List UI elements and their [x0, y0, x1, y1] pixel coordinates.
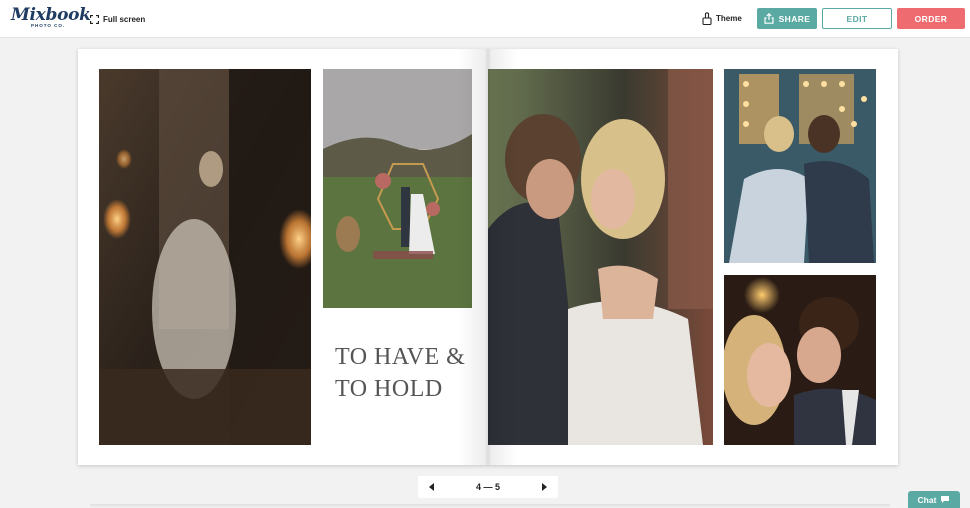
fullscreen-label: Full screen — [103, 14, 146, 24]
theme-label: Theme — [716, 13, 742, 23]
order-label: ORDER — [914, 13, 948, 24]
fullscreen-icon — [90, 14, 99, 24]
caption-line-1: TO HAVE & — [335, 344, 466, 370]
edit-label: EDIT — [846, 13, 868, 24]
triangle-left-icon — [429, 483, 434, 491]
page-navigator: 4 — 5 — [418, 476, 558, 498]
top-bar: Mixbook PHOTO CO. Full screen Theme SHAR… — [0, 0, 970, 38]
edit-button[interactable]: EDIT — [822, 8, 892, 29]
photo-marquee-lights[interactable] — [724, 69, 876, 263]
logo-wordmark: Mixbook — [11, 5, 91, 25]
triangle-right-icon — [541, 483, 547, 491]
prev-page-button[interactable] — [427, 482, 437, 492]
photo-book-spread[interactable]: TO HAVE & TO HOLD — [78, 49, 898, 465]
photo-bride-window[interactable] — [99, 69, 311, 445]
share-button[interactable]: SHARE — [757, 8, 817, 29]
page-range: 4 — 5 — [475, 482, 500, 492]
next-page-button[interactable] — [539, 482, 549, 492]
fullscreen-button[interactable]: Full screen — [90, 13, 145, 25]
order-button[interactable]: ORDER — [897, 8, 965, 29]
spread-caption[interactable]: TO HAVE & TO HOLD — [335, 341, 475, 405]
chat-label: Chat — [917, 494, 937, 505]
theme-button[interactable]: Theme — [702, 11, 742, 25]
share-icon — [764, 13, 774, 24]
photo-couple-closeup[interactable] — [724, 275, 876, 445]
caption-line-2: TO HOLD — [335, 376, 443, 402]
chat-button[interactable]: Chat — [908, 491, 960, 508]
paint-bucket-icon — [702, 11, 712, 25]
mixbook-logo[interactable]: Mixbook PHOTO CO. — [11, 5, 91, 32]
logo-subtext: PHOTO CO. — [31, 23, 66, 28]
share-label: SHARE — [778, 13, 811, 24]
next-spread-shadow — [90, 504, 890, 508]
photo-couple-kiss[interactable] — [488, 69, 713, 445]
photo-ceremony-arch[interactable] — [323, 69, 472, 308]
speech-bubble-icon — [941, 496, 950, 503]
